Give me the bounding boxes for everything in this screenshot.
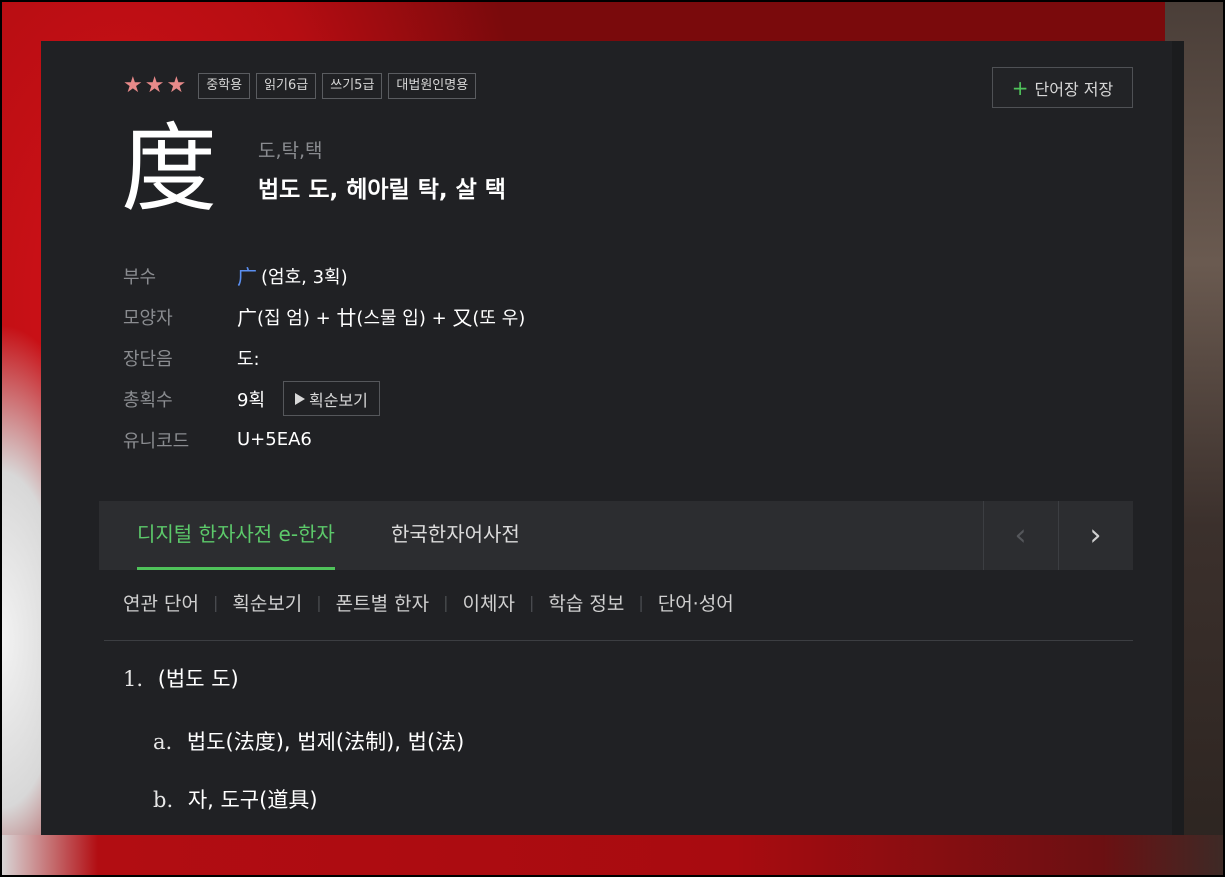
star-icon: ★ bbox=[166, 73, 187, 98]
strokes-label: 총획수 bbox=[123, 389, 173, 411]
length-value: 도: bbox=[237, 348, 260, 370]
hanja-dictionary-panel: ★ ★ ★ 중학용 읽기6급 쓰기5급 대법원인명용 + 단어장 저장 度 도,… bbox=[41, 41, 1184, 835]
shape-part-1[interactable]: 广 bbox=[237, 302, 257, 331]
radical-value: 广 (엄호, 3획) bbox=[237, 261, 348, 290]
stroke-order-button[interactable]: 획순보기 bbox=[283, 381, 380, 416]
section-submenu: 연관 단어 | 획순보기 | 폰트별 한자 | 이체자 | 학습 정보 | 단어… bbox=[123, 589, 734, 616]
level-tag-row: ★ ★ ★ 중학용 읽기6급 쓰기5급 대법원인명용 bbox=[123, 73, 482, 99]
submenu-variant-chars[interactable]: 이체자 bbox=[463, 589, 515, 616]
meaning-1a-text: 법도(法度), 법제(法制), 법(法) bbox=[186, 730, 465, 754]
unicode-value: U+5EA6 bbox=[237, 429, 312, 450]
shape-part-3[interactable]: 又 bbox=[452, 302, 472, 331]
tab-korean-hanja-dictionary[interactable]: 한국한자어사전 bbox=[391, 501, 520, 570]
meaning-1a: a. 법도(法度), 법제(法制), 법(法) bbox=[153, 726, 464, 756]
dictionary-tab-bar: 디지털 한자사전 e-한자 한국한자어사전 ‹ › bbox=[99, 501, 1133, 570]
play-icon bbox=[295, 392, 306, 405]
submenu-separator: | bbox=[528, 593, 535, 612]
shape-part-2-desc: (스물 입) + bbox=[356, 307, 453, 329]
meaning-1-index: 1. bbox=[123, 667, 144, 691]
hanja-info-list: 부수 广 (엄호, 3획) 모양자 广 (집 엄) + 廿 (스물 입) + 又… bbox=[123, 255, 525, 460]
save-to-wordbook-button[interactable]: + 단어장 저장 bbox=[992, 67, 1133, 108]
submenu-related-words[interactable]: 연관 단어 bbox=[123, 589, 199, 616]
stroke-order-label: 획순보기 bbox=[309, 390, 368, 410]
submenu-separator: | bbox=[316, 593, 322, 612]
info-row-length: 장단음 도: bbox=[123, 337, 525, 378]
shape-part-1-desc: (집 엄) + bbox=[257, 307, 337, 329]
radical-desc: (엄호, 3획) bbox=[261, 266, 348, 288]
difficulty-stars: ★ ★ ★ bbox=[123, 75, 188, 97]
section-divider bbox=[104, 640, 1133, 641]
chevron-left-icon: ‹ bbox=[1014, 517, 1027, 553]
submenu-separator: | bbox=[443, 593, 449, 612]
strokes-value: 9획 bbox=[237, 389, 266, 411]
submenu-learning-info[interactable]: 학습 정보 bbox=[548, 589, 624, 616]
star-icon: ★ bbox=[123, 73, 143, 98]
star-icon: ★ bbox=[144, 73, 165, 98]
strokes-value-wrap: 9획 획순보기 bbox=[237, 381, 380, 416]
meaning-1b-index: b. bbox=[153, 788, 174, 812]
hanja-meaning-summary: 법도 도, 헤아릴 탁, 살 택 bbox=[258, 177, 506, 203]
prev-tab-button[interactable]: ‹ bbox=[983, 501, 1057, 570]
shape-part-3-desc: (또 우) bbox=[472, 307, 526, 329]
save-button-label: 단어장 저장 bbox=[1034, 79, 1114, 99]
next-tab-button[interactable]: › bbox=[1058, 501, 1132, 570]
tag-name-use: 대법원인명용 bbox=[388, 73, 477, 99]
submenu-separator: | bbox=[638, 593, 644, 612]
hanja-readings: 도,탁,택 bbox=[258, 140, 323, 162]
unicode-label: 유니코드 bbox=[123, 430, 190, 452]
submenu-words-idioms[interactable]: 단어·성어 bbox=[658, 589, 734, 616]
radical-label: 부수 bbox=[123, 266, 157, 288]
length-label: 장단음 bbox=[123, 348, 173, 370]
meaning-1a-index: a. bbox=[153, 730, 173, 754]
background-bottom-edge bbox=[0, 835, 1225, 877]
radical-link[interactable]: 广 bbox=[237, 261, 257, 290]
plus-icon: + bbox=[1011, 75, 1029, 100]
tag-middle-school: 중학용 bbox=[198, 73, 251, 99]
tag-writing-level: 쓰기5급 bbox=[322, 73, 383, 99]
submenu-stroke-order[interactable]: 획순보기 bbox=[232, 589, 302, 616]
info-row-shape: 모양자 广 (집 엄) + 廿 (스물 입) + 又 (또 우) bbox=[123, 296, 525, 337]
tab-e-hanja[interactable]: 디지털 한자사전 e-한자 bbox=[137, 501, 335, 570]
info-row-strokes: 총획수 9획 획순보기 bbox=[123, 378, 525, 419]
submenu-separator: | bbox=[212, 593, 219, 612]
meaning-1-text: (법도 도) bbox=[157, 667, 239, 691]
shape-label: 모양자 bbox=[123, 307, 173, 329]
meaning-1: 1. (법도 도) bbox=[123, 663, 239, 693]
submenu-font-variants[interactable]: 폰트별 한자 bbox=[336, 589, 429, 616]
meaning-1b-text: 자, 도구(道具) bbox=[187, 788, 318, 812]
meaning-1b: b. 자, 도구(道具) bbox=[153, 784, 318, 814]
tag-reading-level: 읽기6급 bbox=[256, 73, 317, 99]
scrollbar-track[interactable] bbox=[1172, 41, 1184, 835]
chevron-right-icon: › bbox=[1089, 517, 1102, 553]
hanja-character: 度 bbox=[121, 113, 217, 225]
info-row-radical: 부수 广 (엄호, 3획) bbox=[123, 255, 525, 296]
shape-value: 广 (집 엄) + 廿 (스물 입) + 又 (또 우) bbox=[237, 302, 525, 331]
info-row-unicode: 유니코드 U+5EA6 bbox=[123, 419, 525, 460]
shape-part-2[interactable]: 廿 bbox=[336, 302, 356, 331]
